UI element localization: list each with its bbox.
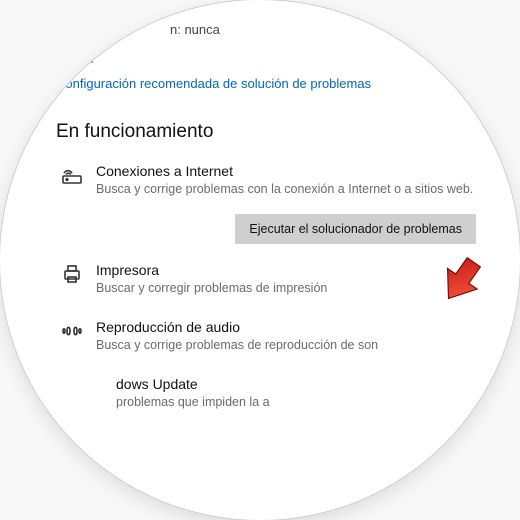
- troubleshoot-item-windows-update[interactable]: dows Update problemas que impiden la a: [56, 376, 490, 411]
- audio-icon: [56, 319, 88, 349]
- item-title: Conexiones a Internet: [96, 163, 490, 179]
- partial-text-top: n: nunca: [56, 22, 490, 37]
- troubleshoot-item-printer[interactable]: Impresora Buscar y corregir problemas de…: [56, 262, 490, 297]
- link-history[interactable]: istorial: [56, 51, 490, 66]
- link-recommended-settings[interactable]: Configuración recomendada de solución de…: [56, 76, 490, 91]
- item-title: dows Update: [116, 376, 490, 392]
- item-desc: Busca y corrige problemas con la conexió…: [96, 181, 490, 198]
- run-troubleshooter-button[interactable]: Ejecutar el solucionador de problemas: [235, 214, 476, 244]
- wifi-router-icon: [56, 163, 88, 193]
- item-desc: problemas que impiden la a: [116, 394, 490, 411]
- troubleshoot-item-audio[interactable]: Reproducción de audio Busca y corrige pr…: [56, 319, 490, 354]
- troubleshoot-item-internet[interactable]: Conexiones a Internet Busca y corrige pr…: [56, 163, 490, 198]
- section-heading-running: En funcionamiento: [56, 121, 490, 143]
- item-desc: Busca y corrige problemas de reproducció…: [96, 337, 490, 354]
- item-desc: Buscar y corregir problemas de impresión: [96, 280, 490, 297]
- printer-icon: [56, 262, 88, 292]
- item-title: Impresora: [96, 262, 490, 278]
- item-title: Reproducción de audio: [96, 319, 490, 335]
